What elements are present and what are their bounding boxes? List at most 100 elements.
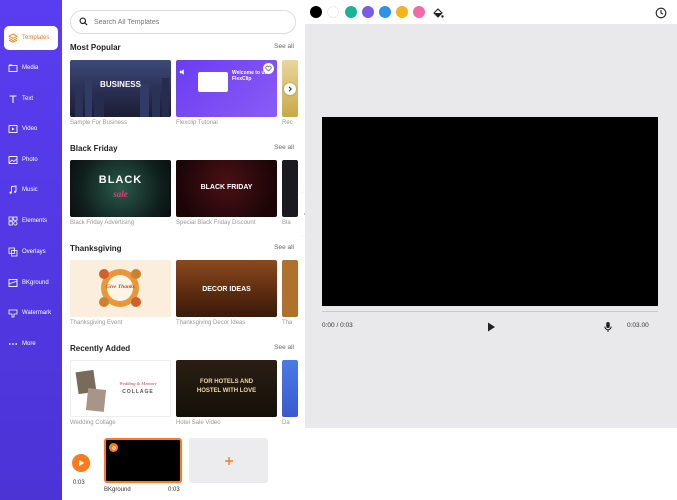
more-icon <box>8 339 18 349</box>
carousel-next-button[interactable] <box>284 83 296 95</box>
template-title-text: BLACK <box>98 174 143 186</box>
template-card[interactable] <box>282 360 298 417</box>
template-label: Bla <box>282 220 291 226</box>
favorite-heart-icon[interactable] <box>263 63 274 74</box>
template-title-text: BLACK FRIDAY <box>200 184 253 191</box>
scene-clip[interactable] <box>104 438 182 483</box>
see-all-link-black-friday[interactable]: See all <box>274 144 294 151</box>
template-card[interactable]: FOR HOTELS AND HOSTEL WITH LOVE <box>176 360 277 417</box>
see-all-link-thanksgiving[interactable]: See all <box>274 244 294 251</box>
sidebar-item-label: Video <box>22 126 38 132</box>
search-bar <box>70 10 296 34</box>
see-all-link-recently-added[interactable]: See all <box>274 344 294 351</box>
current-time: 0:00 / 0:03 <box>322 322 353 329</box>
color-swatch-yellow[interactable] <box>396 6 408 18</box>
timeline-strip: 0:03 BKground 0:03 <box>62 428 677 500</box>
template-label: Flexclip Tutorial <box>176 120 218 126</box>
template-title-text: FOR HOTELS AND HOSTEL WITH LOVE <box>196 379 257 394</box>
sidebar-item-elements[interactable]: Elements <box>4 209 58 233</box>
preview-stage: 0:00 / 0:03 0:03.00 <box>305 24 677 428</box>
total-duration: 0:03.00 <box>627 322 649 329</box>
music-icon <box>8 185 18 195</box>
template-label: Rec <box>282 120 293 126</box>
timeline-time: 0:03 <box>73 480 85 486</box>
plus-icon <box>224 456 233 465</box>
template-card[interactable]: BUSINESS <box>70 60 171 117</box>
template-label: Da <box>282 420 290 426</box>
sidebar-item-label: Overlays <box>22 249 46 255</box>
template-title-text: Give Thanks <box>106 284 135 290</box>
sidebar-item-label: Photo <box>22 157 38 163</box>
image-icon <box>8 155 18 165</box>
laptop-illustration <box>198 72 228 92</box>
play-button[interactable] <box>485 320 497 332</box>
template-label: Wedding Collage <box>70 420 116 426</box>
template-label: Tha <box>282 320 293 326</box>
template-label: Thanksgiving Decor Ideas <box>176 320 246 326</box>
template-subtitle-text: sale <box>113 189 128 199</box>
watermark-icon <box>8 308 18 318</box>
sidebar: Templates Media Text Video Photo Music E… <box>0 0 62 500</box>
color-swatch-blue[interactable] <box>379 6 391 18</box>
template-card[interactable] <box>282 260 298 317</box>
sidebar-item-templates[interactable]: Templates <box>4 26 58 50</box>
template-label: Special Black Friday Discount <box>176 220 256 226</box>
template-card[interactable]: BLACK FRIDAY <box>176 160 277 217</box>
template-card[interactable]: Give Thanks <box>70 260 171 317</box>
video-icon <box>8 124 18 134</box>
template-card[interactable]: Welcome to use FlexClip <box>176 60 277 117</box>
template-label: Black Friday Advertising <box>70 220 135 226</box>
color-toolbar <box>298 0 677 24</box>
sidebar-item-watermark[interactable]: Watermark <box>4 301 58 325</box>
playback-progress-bar[interactable] <box>322 311 658 312</box>
play-icon <box>79 459 85 467</box>
see-all-link-most-popular[interactable]: See all <box>274 43 294 50</box>
clock-icon[interactable] <box>655 6 667 24</box>
mute-icon[interactable] <box>179 63 187 81</box>
color-swatch-black[interactable] <box>310 6 322 18</box>
sidebar-item-overlays[interactable]: Overlays <box>4 240 58 264</box>
timeline-play-button[interactable] <box>72 454 90 472</box>
template-subtitle-text: COLLAGE <box>122 389 154 395</box>
section-title-black-friday: Black Friday <box>70 144 118 153</box>
play-icon <box>488 322 495 332</box>
color-swatch-white[interactable] <box>327 6 339 18</box>
template-panel: Most Popular See all BUSINESS Sample For… <box>62 0 298 428</box>
microphone-icon <box>604 322 612 332</box>
template-card[interactable]: Wedding & Memory COLLAGE <box>70 360 171 417</box>
template-card[interactable] <box>282 160 298 217</box>
sidebar-item-photo[interactable]: Photo <box>4 148 58 172</box>
section-title-thanksgiving: Thanksgiving <box>70 244 122 253</box>
photo-frame-image <box>85 388 107 412</box>
sidebar-item-label: Music <box>22 187 38 193</box>
elements-icon <box>8 216 18 226</box>
paint-bucket-icon[interactable] <box>432 6 444 24</box>
overlays-icon <box>8 247 18 257</box>
template-label: Sample For Business <box>70 120 128 126</box>
sidebar-item-label: Elements <box>22 218 48 224</box>
sidebar-item-more[interactable]: More <box>4 332 58 356</box>
template-title-text: DECOR IDEAS <box>202 286 251 293</box>
template-card[interactable]: BLACK sale <box>70 160 171 217</box>
color-swatch-purple[interactable] <box>362 6 374 18</box>
search-input[interactable] <box>94 18 274 26</box>
template-label: Thanksgiving Event <box>70 320 123 326</box>
sidebar-item-text[interactable]: Text <box>4 87 58 111</box>
sidebar-item-video[interactable]: Video <box>4 117 58 141</box>
folder-icon <box>8 63 18 73</box>
sidebar-item-bkground[interactable]: BKground <box>4 271 58 295</box>
text-icon <box>8 94 18 104</box>
microphone-button[interactable] <box>602 320 614 332</box>
add-scene-button[interactable] <box>189 438 268 483</box>
video-preview[interactable] <box>322 117 658 306</box>
template-title-text: BUSINESS <box>100 80 141 89</box>
color-swatch-teal[interactable] <box>345 6 357 18</box>
template-card[interactable]: DECOR IDEAS <box>176 260 277 317</box>
sidebar-item-music[interactable]: Music <box>4 178 58 202</box>
chevron-right-icon <box>288 86 292 92</box>
sidebar-item-media[interactable]: Media <box>4 56 58 80</box>
color-swatch-pink[interactable] <box>413 6 425 18</box>
scene-settings-icon[interactable] <box>109 443 118 452</box>
sidebar-item-label: Text <box>22 96 34 102</box>
section-title-most-popular: Most Popular <box>70 43 121 52</box>
